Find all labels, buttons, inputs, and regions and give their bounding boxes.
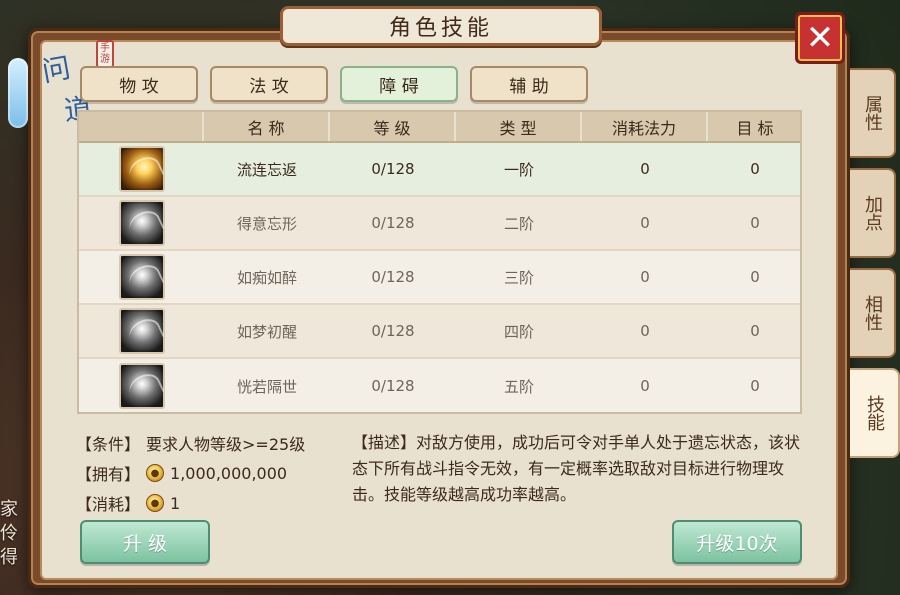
coin-icon: ● [146,464,165,482]
skill-icon [118,200,165,246]
column-header-level: 等 级 [330,112,456,141]
skill-type: 二阶 [503,214,534,233]
owned-line: 【拥有】 ● 1,000,000,000 [76,458,346,488]
table-row[interactable]: 如梦初醒 0/128 四阶 0 0 [79,305,800,359]
close-button[interactable]: ✕ [795,12,845,64]
skill-target: 0 [750,160,760,178]
skill-mana-cost: 0 [640,268,650,286]
skill-level: 0/128 [371,377,415,395]
skill-level: 0/128 [371,322,415,340]
tab-physical-attack[interactable]: 物 攻 [80,66,198,102]
background-chat-text: 家 伶 得 [0,498,24,592]
skill-target: 0 [750,268,760,286]
side-tabs: 属性 加点 相性 技能 [850,68,900,458]
description-label: 【描述】 [352,433,417,452]
condition-label: 【条件】 [76,435,141,454]
tab-label: 障 碍 [379,76,419,97]
skill-mana-cost: 0 [640,160,650,178]
condition-line: 【条件】 要求人物等级>=25级 [76,428,346,458]
column-header-name: 名 称 [204,112,330,141]
skill-icon-cell [79,251,204,303]
close-icon: ✕ [805,18,835,58]
skills-table: 名 称 等 级 类 型 消耗法力 目 标 流连忘返 0/128 一阶 0 0 得… [77,110,802,414]
tab-support[interactable]: 辅 助 [470,66,588,102]
skill-name: 得意忘形 [236,214,297,233]
table-row[interactable]: 恍若隔世 0/128 五阶 0 0 [79,359,800,413]
skill-requirements: 【条件】 要求人物等级>=25级 【拥有】 ● 1,000,000,000 【消… [76,428,346,514]
side-tab-label: 相性 [862,295,883,331]
upgrade-10-button-label: 升级10次 [696,532,778,555]
side-tab-label: 技能 [864,395,885,431]
column-header-mana-cost: 消耗法力 [582,112,708,141]
background-char: 家 [0,499,18,520]
skill-name: 如梦初醒 [236,322,297,341]
skill-mana-cost: 0 [640,214,650,232]
tab-label: 法 攻 [249,76,289,97]
logo-char: 问 [39,50,75,89]
window-title-bar: 角色技能 [280,6,602,46]
skills-table-header: 名 称 等 级 类 型 消耗法力 目 标 [79,112,800,143]
background-char: 得 [0,547,18,568]
skill-name: 恍若隔世 [236,377,297,396]
upgrade-button[interactable]: 升 级 [80,520,210,564]
skill-name: 流连忘返 [236,160,297,179]
column-header-type: 类 型 [456,112,582,141]
table-row[interactable]: 流连忘返 0/128 一阶 0 0 [79,143,800,197]
background-char: 伶 [0,523,18,544]
table-row[interactable]: 得意忘形 0/128 二阶 0 0 [79,197,800,251]
tab-label: 辅 助 [509,76,549,97]
skill-level: 0/128 [371,214,415,232]
side-tab-label: 属性 [862,95,883,131]
skill-icon-cell [79,143,204,195]
table-row[interactable]: 如痴如醉 0/128 三阶 0 0 [79,251,800,305]
owned-value: 1,000,000,000 [170,463,288,483]
window-title: 角色技能 [388,16,493,41]
column-header-target: 目 标 [736,118,774,138]
skill-name: 如痴如醉 [236,268,297,287]
upgrade-10-button[interactable]: 升级10次 [672,520,802,564]
skill-category-tabs: 物 攻 法 攻 障 碍 辅 助 [80,66,588,102]
skill-icon [118,363,165,409]
logo-stamp: 手游 [96,40,114,68]
tab-label: 物 攻 [119,76,159,97]
side-tab-points[interactable]: 加点 [850,168,896,258]
skill-type: 五阶 [503,377,534,396]
skill-icon-cell [79,305,204,357]
skill-type: 四阶 [503,322,534,341]
skill-icon-cell [79,359,204,413]
owned-label: 【拥有】 [76,465,141,484]
skill-target: 0 [750,322,760,340]
skill-target: 0 [750,214,760,232]
tab-magic-attack[interactable]: 法 攻 [210,66,328,102]
side-tab-attributes[interactable]: 属性 [850,68,896,158]
skill-mana-cost: 0 [640,322,650,340]
cost-label: 【消耗】 [76,495,141,514]
skill-type: 三阶 [503,268,534,287]
skill-icon [118,308,165,354]
description-text: 对敌方使用，成功后可令对手单人处于遗忘状态，该状态下所有战斗指令无效，有一定概率… [352,433,801,504]
skill-target: 0 [750,377,760,395]
coin-icon: ● [146,494,165,512]
skill-level: 0/128 [371,160,415,178]
upgrade-button-label: 升 级 [122,532,168,555]
skill-icon [118,254,165,300]
skill-level: 0/128 [371,268,415,286]
side-tab-skills[interactable]: 技能 [850,368,900,458]
skill-mana-cost: 0 [640,377,650,395]
column-header-icon [79,112,204,141]
skill-type: 一阶 [503,160,534,179]
tab-obstruct[interactable]: 障 碍 [340,66,458,102]
skill-icon-cell [79,197,204,249]
side-tab-affinity[interactable]: 相性 [850,268,896,358]
side-tab-label: 加点 [862,195,883,231]
skill-description: 【描述】对敌方使用，成功后可令对手单人处于遗忘状态，该状态下所有战斗指令无效，有… [352,430,807,510]
skill-icon [118,146,165,192]
cost-line: 【消耗】 ● 1 [76,488,346,518]
condition-text: 要求人物等级>=25级 [146,435,306,454]
cost-value: 1 [170,493,181,513]
